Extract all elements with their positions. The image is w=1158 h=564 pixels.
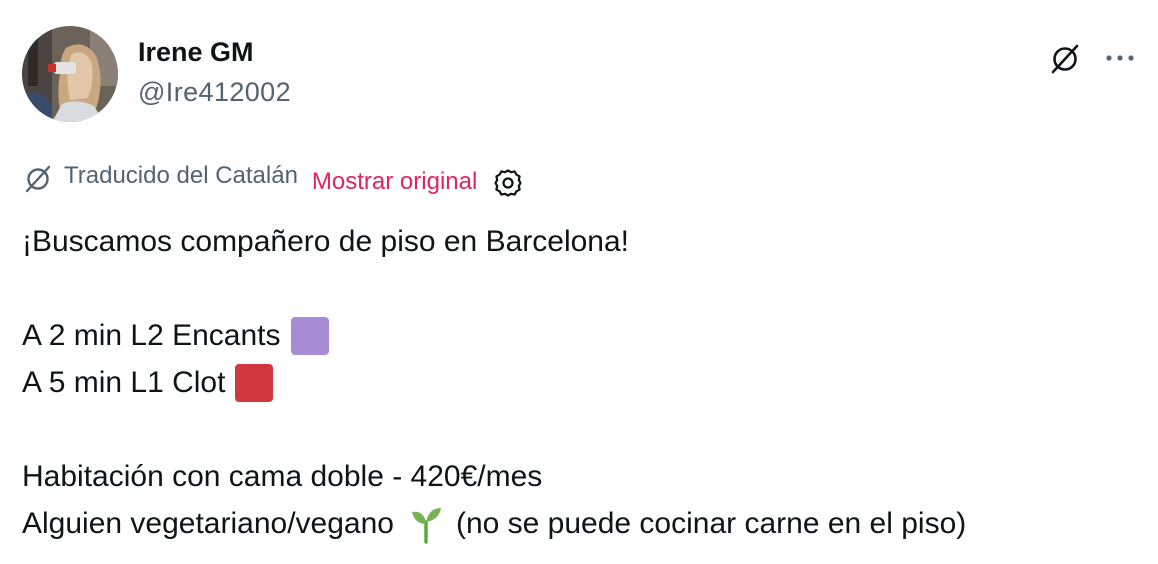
room-price-text: Habitación con cama doble - 420€/mes [22, 460, 543, 493]
translation-label: Traducido del Catalán [64, 162, 298, 189]
purple-square-emoji [290, 316, 329, 355]
diet-note-text: (no se puede cocinar carne en el piso) [455, 507, 967, 540]
more-options-icon [1106, 55, 1134, 61]
display-name[interactable]: Irene GM [138, 36, 254, 68]
tweet-line: A 5 min L1 Clot [22, 359, 1142, 406]
tweet-line: ¡Buscamos compañero de piso en Barcelona… [22, 218, 1142, 265]
translate-button[interactable] [1044, 38, 1086, 80]
seedling-emoji-icon [406, 504, 446, 544]
diet-text: Alguien vegetariano/vegano [22, 507, 394, 540]
metro-l2-text: A 2 min L2 Encants [22, 319, 281, 352]
red-square-emoji [235, 363, 274, 402]
avatar[interactable] [22, 26, 118, 122]
translate-indicator-icon [22, 163, 54, 195]
tweet-text: ¡Buscamos compañero de piso en Barcelona… [22, 218, 1142, 547]
translate-icon [1051, 44, 1079, 74]
user-handle[interactable]: @Ire412002 [138, 76, 291, 108]
metro-l1-text: A 5 min L1 Clot [22, 366, 226, 399]
more-options-button[interactable] [1098, 40, 1142, 76]
show-original-link[interactable]: Mostrar original [312, 167, 477, 197]
tweet-line: Alguien vegetariano/vegano (no se puede … [22, 500, 1142, 547]
gear-icon[interactable] [491, 166, 525, 200]
tweet-card: Irene GM @Ire412002 Traducido del Catalá… [0, 0, 1158, 564]
profile-photo-icon [22, 26, 118, 122]
tweet-headline: ¡Buscamos compañero de piso en Barcelona… [22, 225, 630, 258]
tweet-line: A 2 min L2 Encants [22, 312, 1142, 359]
tweet-line: Habitación con cama doble - 420€/mes [22, 453, 1142, 500]
translation-bar: Traducido del Catalán Mostrar original [22, 158, 525, 200]
